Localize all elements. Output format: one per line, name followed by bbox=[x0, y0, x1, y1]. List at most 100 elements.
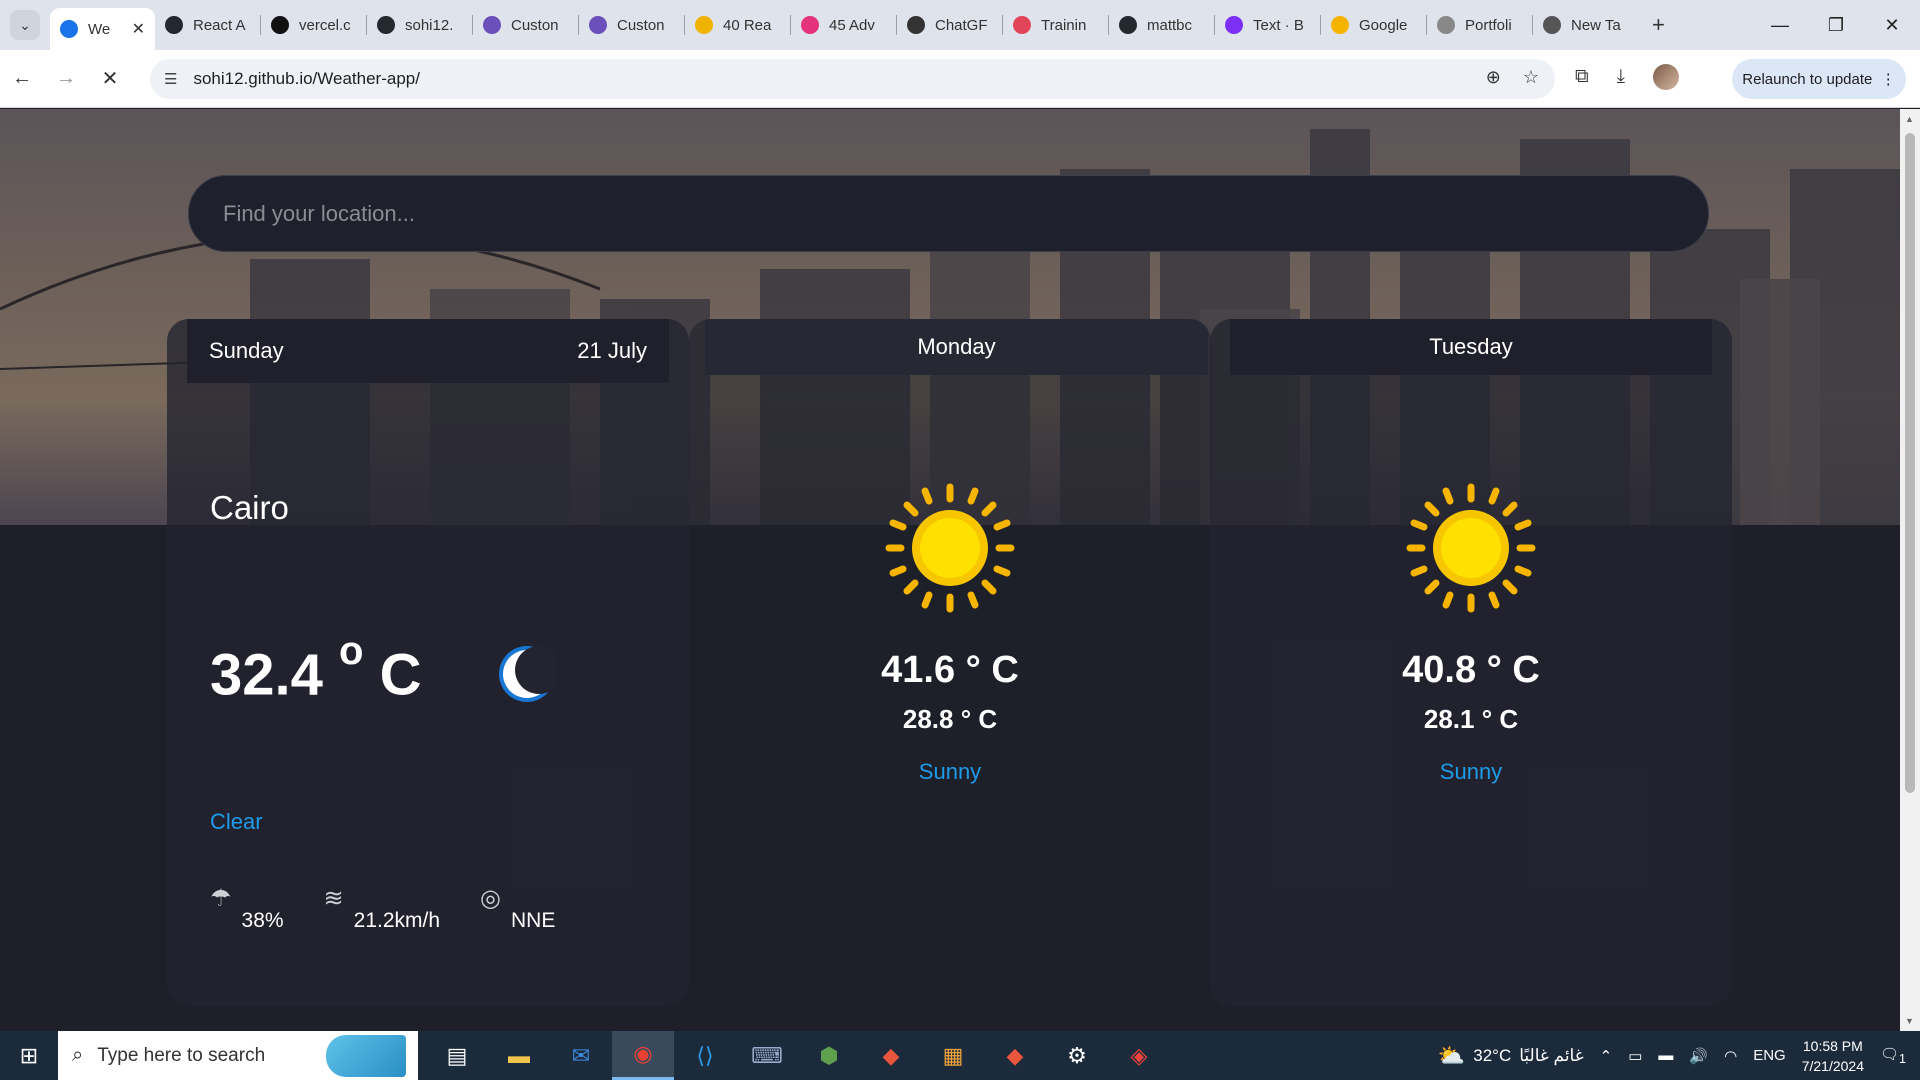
wifi-icon[interactable]: ◠ bbox=[1724, 1047, 1737, 1065]
mail-icon[interactable]: ✉ bbox=[550, 1031, 612, 1080]
download-icon[interactable]: ⤓ bbox=[1617, 66, 1625, 88]
today-day: Sunday bbox=[209, 338, 284, 363]
browser-tab[interactable]: Text · B bbox=[1215, 7, 1320, 43]
tab-favicon-icon bbox=[1225, 16, 1243, 34]
tab-favicon-icon bbox=[1437, 16, 1455, 34]
settings-icon[interactable]: ⚙ bbox=[1046, 1031, 1108, 1080]
relaunch-button[interactable]: Relaunch to update ⋮ bbox=[1732, 59, 1906, 99]
bookmark-star-icon[interactable]: ☆ bbox=[1523, 67, 1539, 88]
site-info-icon[interactable]: ☰ bbox=[164, 70, 177, 88]
tab-title: 45 Adv bbox=[829, 16, 875, 34]
today-date: 21 July bbox=[577, 338, 647, 363]
current-condition: Clear bbox=[210, 809, 263, 834]
tab-title: ChatGF bbox=[935, 16, 988, 34]
address-bar[interactable]: ☰ sohi12.github.io/Weather-app/ ⊕ ☆ bbox=[150, 59, 1555, 99]
vscode-icon[interactable]: ⟨⟩ bbox=[674, 1031, 736, 1080]
moon-icon bbox=[499, 646, 557, 702]
volume-icon[interactable]: 🔊 bbox=[1689, 1047, 1708, 1065]
node-icon[interactable]: ⬢ bbox=[798, 1031, 860, 1080]
tab-title: New Ta bbox=[1571, 16, 1621, 34]
new-tab-button[interactable]: + bbox=[1652, 12, 1665, 38]
tab-favicon-icon bbox=[695, 16, 713, 34]
browser-tab[interactable]: Custon bbox=[579, 7, 684, 43]
browser-tab[interactable]: ChatGF bbox=[897, 7, 1002, 43]
tab-title: Portfoli bbox=[1465, 16, 1512, 34]
scroll-up-icon[interactable]: ▲ bbox=[1905, 114, 1914, 124]
tab-favicon-icon bbox=[1331, 16, 1349, 34]
location-search[interactable] bbox=[188, 175, 1709, 252]
browser-tab[interactable]: Google bbox=[1321, 7, 1426, 43]
page-scrollbar[interactable]: ▲ ▼ bbox=[1900, 109, 1920, 1031]
tab-title: 40 Rea bbox=[723, 16, 772, 34]
today-card-header: Sunday 21 July bbox=[187, 319, 669, 383]
notifications-icon[interactable]: 🗨1 bbox=[1880, 1045, 1906, 1066]
tab-favicon-icon bbox=[60, 20, 78, 38]
forward-button[interactable]: → bbox=[44, 67, 88, 90]
restore-icon[interactable]: ❐ bbox=[1808, 15, 1864, 36]
file-explorer-icon[interactable]: ▬ bbox=[488, 1031, 550, 1080]
forecast-max-temp: 41.6 ° C bbox=[881, 649, 1019, 691]
tab-close-icon[interactable]: ✕ bbox=[132, 19, 145, 39]
browser-tab[interactable]: New Ta bbox=[1533, 7, 1638, 43]
taskbar-search[interactable]: ⌕ Type here to search bbox=[58, 1031, 418, 1080]
language-indicator[interactable]: ENG bbox=[1753, 1047, 1786, 1064]
scroll-down-icon[interactable]: ▼ bbox=[1905, 1016, 1914, 1026]
browser-tab[interactable]: 40 Rea bbox=[685, 7, 790, 43]
minimize-icon[interactable]: — bbox=[1752, 15, 1808, 36]
store-icon[interactable]: ▦ bbox=[922, 1031, 984, 1080]
scrollbar-thumb[interactable] bbox=[1905, 133, 1915, 793]
tab-title: vercel.c bbox=[299, 16, 351, 34]
tab-title: Text · B bbox=[1253, 16, 1304, 34]
browser-tab[interactable]: vercel.c bbox=[261, 7, 366, 43]
browser-tab[interactable]: Trainin bbox=[1003, 7, 1108, 43]
browser-tab[interactable]: We ✕ bbox=[50, 8, 155, 50]
taskbar-clock[interactable]: 10:58 PM 7/21/2024 bbox=[1802, 1036, 1864, 1076]
tab-title: Google bbox=[1359, 16, 1408, 34]
task-view-icon[interactable]: ▤ bbox=[426, 1031, 488, 1080]
browser-tab[interactable]: Custon bbox=[473, 7, 578, 43]
tray-weather[interactable]: ⛅ 32°C غائم غالبًا bbox=[1438, 1043, 1584, 1069]
browser-tab[interactable]: Portfoli bbox=[1427, 7, 1532, 43]
git-icon[interactable]: ◆ bbox=[860, 1031, 922, 1080]
profile-avatar[interactable] bbox=[1652, 64, 1679, 90]
browser-tab[interactable]: sohi12. bbox=[367, 7, 472, 43]
forecast-min-temp: 28.1 ° C bbox=[1423, 704, 1519, 734]
git-gui-icon[interactable]: ◆ bbox=[984, 1031, 1046, 1080]
location-search-input[interactable] bbox=[223, 200, 1623, 227]
battery-icon[interactable]: ▬ bbox=[1658, 1047, 1673, 1064]
humidity-stat: ☂ 38% bbox=[210, 885, 284, 933]
anydesk-icon[interactable]: ◈ bbox=[1108, 1031, 1170, 1080]
back-button[interactable]: ← bbox=[0, 67, 44, 90]
today-card: Sunday 21 July Cairo 32.4 o C Clear ☂ 38… bbox=[167, 319, 689, 1006]
chevron-up-icon[interactable]: ⌃ bbox=[1600, 1047, 1613, 1065]
tab-search-button[interactable]: ⌄ bbox=[10, 10, 40, 40]
search-highlight-image bbox=[326, 1035, 406, 1077]
celsius-unit: C bbox=[379, 642, 422, 708]
close-window-icon[interactable]: ✕ bbox=[1864, 15, 1920, 36]
tab-title: We bbox=[88, 20, 111, 38]
forecast-day: Monday bbox=[917, 334, 996, 359]
relaunch-label: Relaunch to update bbox=[1742, 70, 1873, 88]
stop-loading-button[interactable]: ✕ bbox=[88, 66, 132, 91]
chrome-icon[interactable]: ◉ bbox=[612, 1031, 674, 1080]
taskbar-search-placeholder: Type here to search bbox=[97, 1044, 266, 1066]
zoom-icon[interactable]: ⊕ bbox=[1486, 67, 1501, 88]
current-temperature: 32.4 o C bbox=[210, 629, 422, 708]
browser-tab[interactable]: mattbc bbox=[1109, 7, 1214, 43]
direction-value: NNE bbox=[511, 909, 556, 932]
browser-tab[interactable]: 45 Adv bbox=[791, 7, 896, 43]
tray-weather-temp: 32°C bbox=[1473, 1045, 1512, 1065]
weather-stats: ☂ 38% ≋ 21.2km/h ◎ NNE bbox=[210, 885, 556, 933]
keyboard-icon[interactable]: ⌨ bbox=[736, 1031, 798, 1080]
camera-icon[interactable]: ▭ bbox=[1628, 1047, 1642, 1065]
url-text[interactable]: sohi12.github.io/Weather-app/ bbox=[193, 69, 420, 89]
humidity-value: 38% bbox=[241, 909, 284, 932]
windows-start-icon[interactable]: ⊞ bbox=[0, 1043, 58, 1069]
windows-taskbar: ⊞ ⌕ Type here to search ▤ ▬ ✉ ◉ ⟨⟩ ⌨ ⬢ ◆… bbox=[0, 1031, 1920, 1080]
extensions-icon[interactable]: ⧉ bbox=[1575, 66, 1589, 88]
clock-time: 10:58 PM bbox=[1802, 1037, 1863, 1054]
compass-icon: ◎ bbox=[480, 885, 501, 912]
clock-date: 7/21/2024 bbox=[1801, 1057, 1864, 1074]
browser-tab[interactable]: React A bbox=[155, 7, 260, 43]
tab-title: Custon bbox=[617, 16, 665, 34]
